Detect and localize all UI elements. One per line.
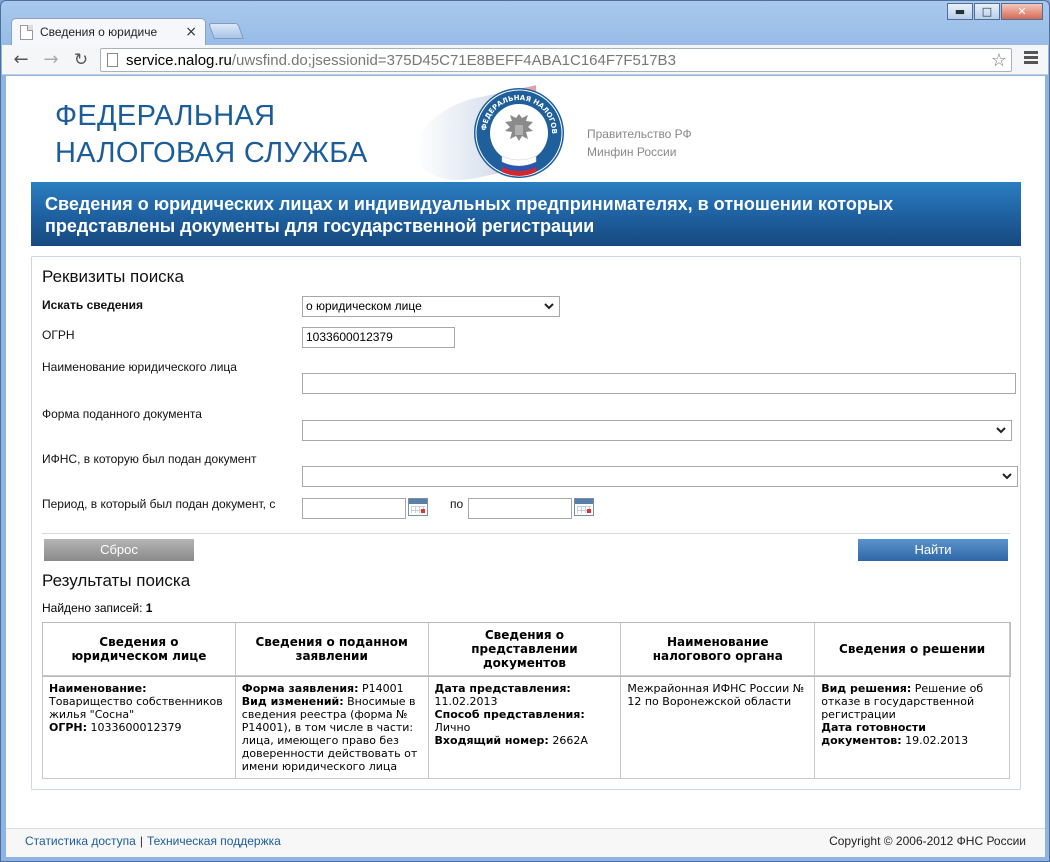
browser-menu-icon[interactable] [1024,51,1038,66]
bookmark-star-icon[interactable]: ☆ [991,50,1007,71]
chevron-down-icon [1002,473,1012,480]
footer-separator: | [139,834,143,848]
table-row: Наименование: Товарищество собственников… [42,675,1010,779]
chevron-down-icon [544,303,554,310]
maximize-button[interactable]: □ [974,3,1000,20]
form-divider [42,533,1010,534]
back-arrow-icon[interactable]: ← [10,49,32,71]
decision-field-label: Вид решения: [821,682,912,695]
found-count: Найдено записей: 1 [42,601,152,615]
found-label: Найдено записей: [42,601,143,615]
org-name-field-label: Наименование: [49,682,147,695]
calendar-from-icon[interactable] [408,498,428,516]
period-to-input[interactable] [468,498,572,519]
column-header: Сведения о представлении документов [427,622,622,676]
tab-title: Сведения о юридиче [40,25,158,39]
cell-decision-info: Вид решения: Решение об отказе в государ… [814,675,1010,779]
found-count-value: 1 [145,601,153,615]
site-logo-text[interactable]: ФЕДЕРАЛЬНАЯ НАЛОГОВАЯ СЛУЖБА [55,98,368,172]
brand-line-1: ФЕДЕРАЛЬНАЯ [55,100,276,132]
gov-links: Правительство РФ Минфин России [587,125,692,161]
chevron-down-icon [996,427,1006,434]
form-field-label: Форма заявления: [241,682,359,695]
ifns-label: ИФНС, в которую был подан документ [42,452,257,466]
gov-link-government[interactable]: Правительство РФ [587,125,692,143]
search-section-title: Реквизиты поиска [42,267,184,286]
column-header: Сведения о решении [814,622,1010,676]
search-panel: Реквизиты поиска Искать сведения о юриди… [31,256,1021,790]
tab-close-icon[interactable]: × [185,24,197,40]
stats-link[interactable]: Статистика доступа [25,834,136,848]
ready-value: 19.02.2013 [905,734,969,747]
page-viewport: ФЕДЕРАЛЬНАЯ НАЛОГОВАЯ СЛУЖБА ФЕДЕРАЛЬНАЯ… [6,76,1045,857]
org-ogrn-field-label: ОГРН: [49,721,88,734]
search-for-value: о юридическом лице [306,299,422,313]
incoming-field-label: Входящий номер: [434,734,549,747]
incoming-value: 2662А [552,734,588,747]
search-for-label: Искать сведения [42,298,144,312]
method-value: Лично [434,721,471,734]
url-host: service.nalog.ru [126,51,232,69]
site-header: ФЕДЕРАЛЬНАЯ НАЛОГОВАЯ СЛУЖБА ФЕДЕРАЛЬНАЯ… [6,76,1045,191]
reload-icon[interactable]: ↻ [70,49,92,71]
cell-tax-authority: Межрайонная ИФНС России № 12 по Воронежс… [620,675,816,779]
method-field-label: Способ представления: [434,708,585,721]
forward-arrow-icon[interactable]: → [40,49,62,71]
page-title-line-1: Сведения о юридических лицах и индивидуа… [45,194,894,214]
copyright-text: Copyright © 2006-2012 ФНС России [829,834,1026,848]
ogrn-label: ОГРН [42,328,75,342]
cell-org-info: Наименование: Товарищество собственников… [42,675,236,779]
period-from-input[interactable] [302,498,406,519]
column-header: Сведения о юридическом лице [42,622,236,676]
doc-form-label: Форма поданного документа [42,407,202,421]
form-value: Р14001 [362,682,404,695]
org-name-input[interactable] [302,373,1016,394]
results-section-title: Результаты поиска [42,571,191,590]
change-field-label: Вид изменений: [241,695,344,708]
page-favicon-icon [20,24,33,40]
gov-link-minfin[interactable]: Минфин России [587,143,692,161]
calendar-to-icon[interactable] [574,498,594,516]
browser-window: ▬ □ ✕ Сведения о юридиче × ← → ↻ service… [0,0,1050,862]
results-header-row: Сведения о юридическом лице Сведения о п… [41,621,1011,677]
org-name-value: Товарищество собственников жилья "Сосна" [49,695,223,721]
date-field-label: Дата представления: [434,682,571,695]
period-to-label: по [450,497,464,511]
authority-value: Межрайонная ИФНС России № 12 по Воронежс… [627,682,805,708]
column-header: Сведения о поданном заявлении [234,622,429,676]
page-icon [107,53,118,67]
url-path: /uwsfind.do;jsessionid=375D45C71E8BEFF4A… [231,51,676,69]
page-title: Сведения о юридических лицах и индивидуа… [45,193,1007,237]
footer-links: Статистика доступа | Техническая поддержка [25,829,281,853]
org-name-label: Наименование юридического лица [42,360,237,374]
doc-form-select[interactable] [302,420,1012,441]
fns-emblem-icon: ФЕДЕРАЛЬНАЯ НАЛОГОВАЯ СЛУЖБА [472,86,564,178]
window-controls: ▬ □ ✕ [947,3,1043,20]
cell-application-info: Форма заявления: Р14001 Вид изменений: В… [234,675,429,779]
page-title-line-2: представлены документы для государственн… [45,216,595,236]
browser-toolbar: ← → ↻ service.nalog.ru/uwsfind.do;jsessi… [2,45,1048,75]
brand-line-2: НАЛОГОВАЯ СЛУЖБА [55,137,368,169]
period-from-label: Период, в который был подан документ, с [42,497,276,511]
page-banner: Сведения о юридических лицах и индивидуа… [31,182,1021,246]
support-link[interactable]: Техническая поддержка [147,834,281,848]
results-table: Сведения о юридическом лице Сведения о п… [41,621,1011,779]
cell-submission-info: Дата представления: 11.02.2013 Способ пр… [427,675,622,779]
close-window-button[interactable]: ✕ [1001,3,1043,20]
org-ogrn-value: 1033600012379 [90,721,182,734]
find-button[interactable]: Найти [858,539,1008,561]
column-header: Наименование налогового органа [620,622,816,676]
site-footer: Статистика доступа | Техническая поддержка… [6,828,1045,857]
reset-button[interactable]: Сброс [44,539,194,561]
address-bar[interactable]: service.nalog.ru/uwsfind.do;jsessionid=3… [100,48,1012,72]
search-for-select[interactable]: о юридическом лице [302,296,560,317]
date-value: 11.02.2013 [434,695,498,708]
new-tab-button[interactable] [208,23,244,39]
minimize-button[interactable]: ▬ [947,3,973,20]
browser-tab[interactable]: Сведения о юридиче × [11,18,206,45]
ifns-select[interactable] [302,466,1018,487]
ogrn-input[interactable]: 1033600012379 [302,327,455,348]
